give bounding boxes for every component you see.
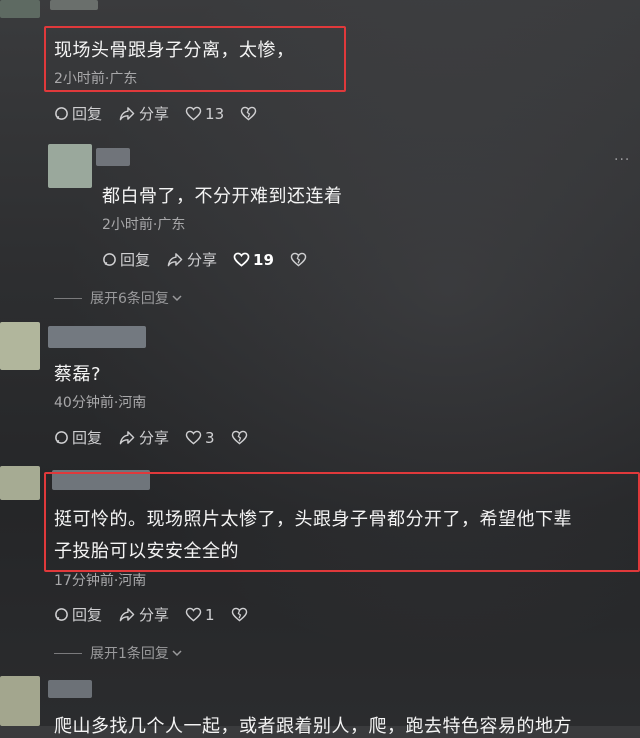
comment-text: 都白骨了，不分开难到还连着 [102, 186, 343, 207]
like-button[interactable]: 3 [185, 429, 215, 447]
dislike-button[interactable] [231, 430, 251, 445]
reply-label: 回复 [72, 429, 103, 447]
username-redacted [96, 148, 130, 166]
comment-meta: 17分钟前·河南 [54, 573, 147, 589]
share-label: 分享 [139, 429, 170, 447]
expand-replies-label: 展开1条回复 [90, 646, 169, 662]
divider-line [54, 652, 82, 654]
share-button[interactable]: 分享 [166, 249, 217, 270]
share-button[interactable]: 分享 [118, 604, 169, 625]
highlight-box [44, 26, 346, 92]
reply-button[interactable]: 回复 [54, 427, 102, 448]
share-icon [119, 107, 135, 121]
dislike-button[interactable] [231, 607, 251, 622]
highlight-box [44, 472, 640, 572]
expand-replies-label: 展开6条回复 [90, 291, 169, 307]
avatar [0, 0, 40, 18]
reply-label: 回复 [120, 251, 151, 269]
reply-icon [103, 253, 116, 266]
heart-icon [233, 252, 250, 267]
avatar [0, 466, 40, 500]
comment-text: 爬山多找几个人一起，或者跟着别人，爬，跑去特色容易的地方 [54, 716, 572, 737]
share-icon [167, 253, 183, 267]
reply-button[interactable]: 回复 [102, 249, 150, 270]
like-count: 3 [205, 428, 215, 447]
avatar [50, 0, 98, 10]
reply-label: 回复 [72, 606, 103, 624]
reply-icon [55, 431, 68, 444]
comment-actions: 回复 分享 13 [54, 103, 276, 124]
share-icon [119, 608, 135, 622]
like-count: 19 [253, 250, 274, 269]
share-label: 分享 [187, 251, 218, 269]
share-icon [119, 431, 135, 445]
share-button[interactable]: 分享 [118, 427, 169, 448]
like-count: 13 [205, 104, 225, 123]
like-button[interactable]: 13 [185, 105, 224, 123]
share-label: 分享 [139, 105, 170, 123]
reply-label: 回复 [72, 105, 103, 123]
reply-button[interactable]: 回复 [54, 604, 102, 625]
expand-replies-button[interactable]: 展开6条回复 [54, 288, 183, 308]
broken-heart-icon [231, 607, 247, 622]
heart-icon [185, 607, 202, 622]
username-redacted [48, 326, 146, 348]
heart-icon [185, 106, 202, 121]
broken-heart-icon [231, 430, 247, 445]
share-label: 分享 [139, 606, 170, 624]
dislike-button[interactable] [290, 252, 310, 267]
avatar [0, 676, 40, 726]
like-button[interactable]: 1 [185, 606, 215, 624]
comment-actions: 回复 分享 3 [54, 427, 267, 448]
chevron-down-icon [172, 295, 182, 302]
like-button[interactable]: 19 [233, 251, 274, 269]
reply-icon [55, 107, 68, 120]
comment-actions: 回复 分享 19 [102, 249, 326, 270]
more-options-icon[interactable]: ··· [614, 152, 630, 168]
broken-heart-icon [240, 106, 257, 121]
expand-replies-button[interactable]: 展开1条回复 [54, 643, 183, 663]
comment-meta: 2小时前·广东 [102, 217, 186, 233]
comment-text: 蔡磊? [54, 364, 102, 385]
reply-button[interactable]: 回复 [54, 103, 102, 124]
comment-actions: 回复 分享 1 [54, 604, 267, 625]
reply-icon [55, 608, 68, 621]
chevron-down-icon [172, 650, 182, 657]
avatar [48, 144, 92, 188]
like-count: 1 [205, 605, 215, 624]
dislike-button[interactable] [240, 106, 260, 121]
avatar [0, 322, 40, 370]
broken-heart-icon [290, 252, 307, 267]
divider-line [54, 297, 82, 299]
heart-icon [185, 430, 202, 445]
share-button[interactable]: 分享 [118, 103, 169, 124]
comment-meta: 40分钟前·河南 [54, 395, 147, 411]
username-redacted [48, 680, 92, 698]
